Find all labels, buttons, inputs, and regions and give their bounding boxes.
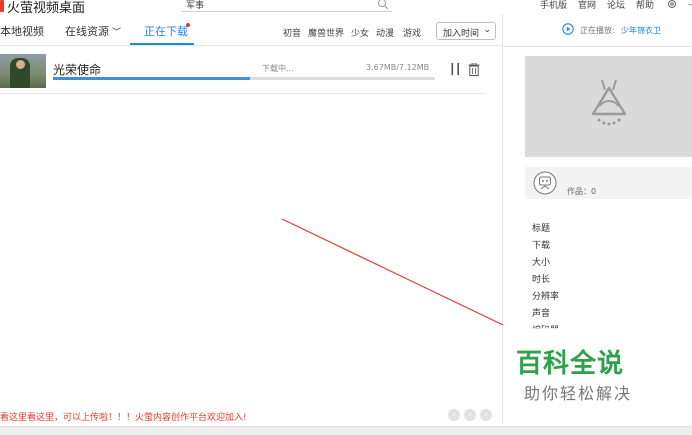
right-panel-divider — [503, 46, 692, 47]
filter-item[interactable]: 少女 — [351, 26, 369, 39]
author-box: 作品：0 — [525, 167, 692, 199]
link-forum[interactable]: 论坛 — [607, 0, 625, 11]
meta-title-label: 标题 — [532, 224, 551, 234]
trash-icon[interactable] — [468, 63, 480, 76]
filter-item[interactable]: 游戏 — [403, 26, 421, 39]
watermark-title: 百科全说 — [516, 349, 625, 379]
link-mobile[interactable]: 手机版 — [540, 0, 567, 11]
meta-codec-label: 编码器 — [532, 326, 560, 336]
title-bar: 火萤视频桌面 军事 手机版 官网 论坛 帮助 – — [0, 0, 692, 16]
filter-item[interactable]: 魔兽世界 — [308, 26, 344, 39]
meta-audio-label: 声音 — [532, 309, 551, 319]
sort-selected-label: 加入时间 — [443, 29, 480, 39]
watermark-subtitle: 助你轻松解决 — [524, 384, 633, 403]
active-tab-indicator — [130, 43, 194, 45]
play-circle-icon — [562, 23, 574, 35]
overflow-icon[interactable]: – — [688, 0, 692, 10]
now-playing-title[interactable]: 少年锦衣卫 — [621, 25, 661, 36]
meta-size-label: 大小 — [532, 258, 551, 268]
tab-online-resources[interactable]: 在线资源 ﹀ — [65, 23, 121, 39]
tab-online-resources-label: 在线资源 — [65, 25, 109, 38]
download-title: 光荣使命 — [53, 63, 102, 77]
filter-item[interactable]: 初音 — [283, 26, 301, 39]
video-cover-placeholder — [525, 56, 692, 157]
tab-bar: 本地视频 在线资源 ﹀ 正在下载 初音 魔兽世界 少女 动漫 游戏 加入时间 ⌄ — [0, 14, 502, 46]
download-size: 3.67MB/7.12MB — [366, 63, 430, 72]
app-logo-icon — [0, 0, 4, 12]
avatar[interactable] — [533, 171, 557, 195]
chevron-right-icon[interactable]: › — [480, 409, 492, 421]
download-progress-fill — [53, 77, 251, 80]
search-icon[interactable] — [377, 0, 389, 10]
search-input[interactable]: 军事 — [186, 0, 204, 11]
meta-resolution-label: 分辨率 — [532, 292, 560, 302]
notice-banner[interactable]: 看这里看这里，可以上传啦！！！火萤内容创作平台欢迎加入! — [0, 410, 247, 423]
meta-duration-label: 时长 — [532, 275, 551, 285]
search-box[interactable]: 军事 — [182, 0, 392, 12]
pager: ‹ ‹ › — [448, 409, 496, 421]
tab-local-video[interactable]: 本地视频 — [0, 23, 44, 39]
meta-download-label: 下载 — [532, 241, 551, 251]
link-help[interactable]: 帮助 — [636, 0, 654, 11]
tab-downloading[interactable]: 正在下载 — [144, 23, 188, 39]
firefly-logo-icon — [591, 79, 627, 126]
gear-icon[interactable] — [666, 0, 678, 10]
chevron-down-icon: ⌄ — [483, 25, 491, 35]
chevron-left-icon[interactable]: ‹ — [448, 409, 460, 421]
works-count: 作品：0 — [567, 187, 597, 196]
panel-divider — [502, 14, 503, 424]
link-official[interactable]: 官网 — [578, 0, 596, 11]
download-status: 下载中... — [262, 64, 294, 73]
chevron-down-icon: ﹀ — [112, 28, 122, 38]
sort-select[interactable]: 加入时间 ⌄ — [436, 22, 496, 40]
video-thumbnail — [0, 54, 46, 88]
download-item[interactable]: 光荣使命 下载中... 3.67MB/7.12MB — [0, 52, 486, 94]
thumbnail-face — [16, 60, 25, 69]
now-playing-label: 正在播放: — [580, 26, 615, 35]
filter-item[interactable]: 动漫 — [376, 26, 394, 39]
status-bar — [0, 426, 692, 435]
download-progress-bar — [53, 77, 435, 80]
chevron-left-icon[interactable]: ‹ — [464, 409, 476, 421]
notification-dot — [186, 23, 190, 27]
pause-icon[interactable] — [451, 63, 460, 75]
